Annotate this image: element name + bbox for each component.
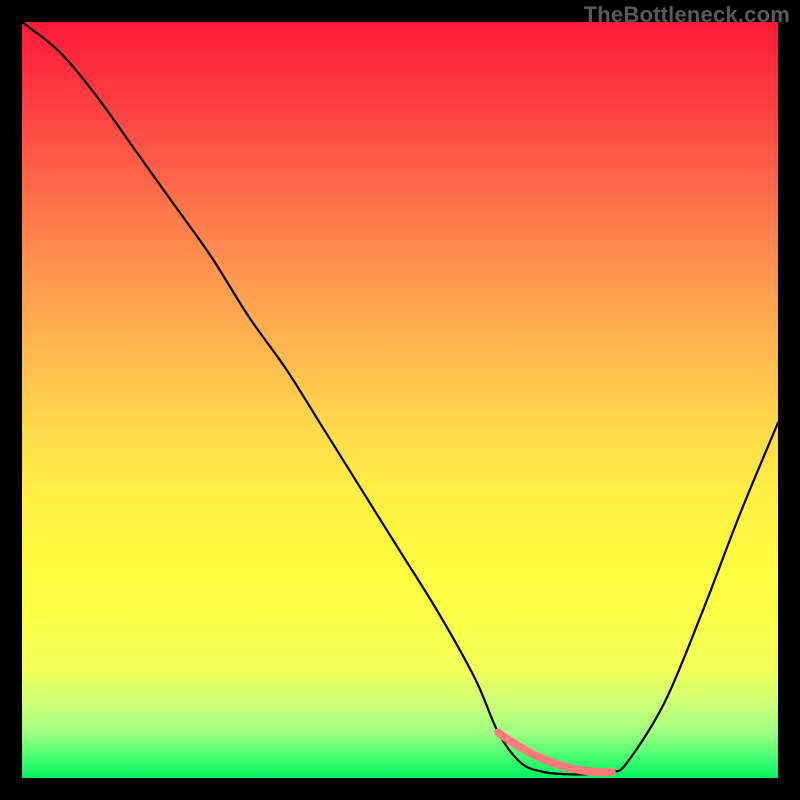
curve-layer [22, 22, 778, 778]
attribution-text: TheBottleneck.com [584, 2, 790, 28]
plot-area [22, 22, 778, 778]
optimal-zone-marker [498, 733, 611, 773]
bottleneck-curve [22, 22, 778, 775]
chart-container: TheBottleneck.com [0, 0, 800, 800]
